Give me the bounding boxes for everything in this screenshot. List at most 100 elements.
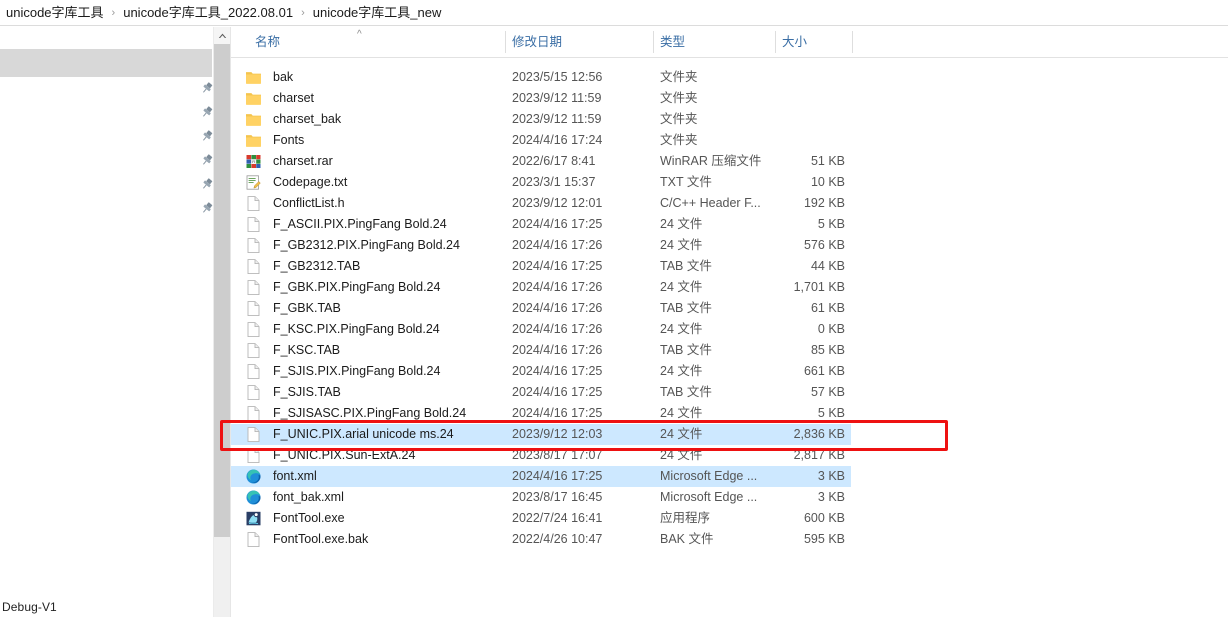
cell-size: 576 KB bbox=[803, 238, 845, 252]
column-header-type[interactable]: 类型 bbox=[660, 27, 685, 57]
pin-icon[interactable] bbox=[200, 177, 214, 191]
table-row[interactable]: F_KSC.TAB 2024/4/16 17:26 TAB 文件 85 KB bbox=[231, 340, 851, 361]
table-row[interactable]: font_bak.xml 2023/8/17 16:45 Microsoft Edg… bbox=[231, 487, 851, 508]
cell-size: 51 KB bbox=[810, 154, 845, 168]
column-header-name[interactable]: 名称 bbox=[255, 27, 280, 57]
column-divider[interactable] bbox=[653, 31, 654, 53]
cell-name: bak bbox=[273, 70, 294, 84]
cell-date: 2023/8/17 17:07 bbox=[512, 448, 603, 462]
cell-name: FontTool.exe.bak bbox=[273, 532, 369, 546]
column-header-row: 名称 ^ 修改日期 类型 大小 bbox=[231, 27, 1228, 58]
column-divider[interactable] bbox=[852, 31, 853, 53]
cell-date: 2024/4/16 17:25 bbox=[512, 364, 603, 378]
cell-type: 24 文件 bbox=[660, 322, 703, 336]
table-row[interactable]: FontTool.exe.bak 2022/4/26 10:47 BAK 文件 595… bbox=[231, 529, 851, 550]
column-header-date[interactable]: 修改日期 bbox=[512, 27, 562, 57]
file-icon bbox=[245, 195, 262, 212]
cell-date: 2024/4/16 17:24 bbox=[512, 133, 603, 147]
table-row[interactable]: F_GBK.TAB 2024/4/16 17:26 TAB 文件 61 KB bbox=[231, 298, 851, 319]
cell-date: 2023/5/15 12:56 bbox=[512, 70, 603, 84]
cell-date: 2024/4/16 17:26 bbox=[512, 322, 603, 336]
breadcrumb-item-1[interactable]: unicode字库工具_2022.08.01 bbox=[121, 0, 295, 26]
cell-name: charset.rar bbox=[273, 154, 333, 168]
table-row[interactable]: ConflictList.h 2023/9/12 12:01 C/C++ Heade… bbox=[231, 193, 851, 214]
cell-size: 661 KB bbox=[803, 364, 845, 378]
cell-name: F_UNIC.PIX.arial unicode ms.24 bbox=[273, 427, 454, 441]
table-row[interactable]: F_ASCII.PIX.PingFang Bold.24 2024/4/16 17… bbox=[231, 214, 851, 235]
pin-icon[interactable] bbox=[200, 105, 214, 119]
scrollbar-thumb[interactable] bbox=[214, 44, 230, 537]
table-row[interactable]: F_GB2312.PIX.PingFang Bold.24 2024/4/16 1… bbox=[231, 235, 851, 256]
file-icon bbox=[245, 384, 262, 401]
table-row[interactable]: F_GBK.PIX.PingFang Bold.24 2024/4/16 17:2… bbox=[231, 277, 851, 298]
breadcrumb[interactable]: unicode字库工具 › unicode字库工具_2022.08.01 › u… bbox=[0, 0, 1228, 26]
cell-name: F_GB2312.PIX.PingFang Bold.24 bbox=[273, 238, 460, 252]
cell-date: 2024/4/16 17:26 bbox=[512, 238, 603, 252]
edge-icon bbox=[245, 489, 262, 506]
file-icon bbox=[245, 216, 262, 233]
pin-icon[interactable] bbox=[200, 129, 214, 143]
table-row[interactable]: Codepage.txt 2023/3/1 15:37 TXT 文件 10 KB bbox=[231, 172, 851, 193]
cell-type: 文件夹 bbox=[660, 70, 698, 84]
cell-name: F_GBK.TAB bbox=[273, 301, 341, 315]
column-divider[interactable] bbox=[505, 31, 506, 53]
cell-name: ConflictList.h bbox=[273, 196, 345, 210]
table-row[interactable]: F_UNIC.PIX.arial unicode ms.24 2023/9/12 … bbox=[231, 424, 851, 445]
file-icon bbox=[245, 342, 262, 359]
table-row[interactable]: Fonts 2024/4/16 17:24 文件夹 bbox=[231, 130, 851, 151]
table-row[interactable]: F_UNIC.PIX.Sun-ExtA.24 2023/8/17 17:07 24 … bbox=[231, 445, 851, 466]
breadcrumb-separator-icon: › bbox=[301, 6, 305, 19]
table-row[interactable]: F_GB2312.TAB 2024/4/16 17:25 TAB 文件 44 KB bbox=[231, 256, 851, 277]
cell-type: 24 文件 bbox=[660, 427, 703, 441]
cell-size: 5 KB bbox=[817, 406, 845, 420]
table-row[interactable]: charset 2023/9/12 11:59 文件夹 bbox=[231, 88, 851, 109]
scroll-up-button[interactable] bbox=[214, 27, 230, 44]
cell-name: Codepage.txt bbox=[273, 175, 348, 189]
cell-type: 24 文件 bbox=[660, 280, 703, 294]
cell-type: 24 文件 bbox=[660, 364, 703, 378]
table-row[interactable]: bak 2023/5/15 12:56 文件夹 bbox=[231, 67, 851, 88]
cell-date: 2024/4/16 17:25 bbox=[512, 406, 603, 420]
table-row[interactable]: F_SJISASC.PIX.PingFang Bold.24 2024/4/16 … bbox=[231, 403, 851, 424]
cell-size: 85 KB bbox=[810, 343, 845, 357]
cell-size: 3 KB bbox=[817, 469, 845, 483]
file-list: bak 2023/5/15 12:56 文件夹 charset 2023/9/12 11… bbox=[231, 57, 1228, 617]
cell-name: F_GBK.PIX.PingFang Bold.24 bbox=[273, 280, 441, 294]
table-row[interactable]: FontTool.exe 2022/7/24 16:41 应用程序 600 KB bbox=[231, 508, 851, 529]
cell-date: 2024/4/16 17:25 bbox=[512, 385, 603, 399]
table-row[interactable]: font.xml 2024/4/16 17:25 Microsoft Edge ..… bbox=[231, 466, 851, 487]
breadcrumb-item-0[interactable]: unicode字库工具 bbox=[4, 0, 106, 26]
svg-text:R: R bbox=[252, 159, 255, 164]
nav-pane-scrollbar[interactable] bbox=[213, 27, 230, 617]
breadcrumb-item-2[interactable]: unicode字库工具_new bbox=[311, 0, 444, 26]
navigation-pane[interactable]: Debug-V1 bbox=[0, 27, 214, 617]
cell-type: 文件夹 bbox=[660, 91, 698, 105]
file-icon bbox=[245, 237, 262, 254]
column-divider[interactable] bbox=[775, 31, 776, 53]
file-list-pane: 名称 ^ 修改日期 类型 大小 bak 2023/5/15 12:56 文件夹 cha… bbox=[231, 27, 1228, 617]
pin-icon[interactable] bbox=[200, 81, 214, 95]
cell-date: 2024/4/16 17:25 bbox=[512, 217, 603, 231]
cell-type: 24 文件 bbox=[660, 217, 703, 231]
cell-name: F_KSC.TAB bbox=[273, 343, 341, 357]
folder-icon bbox=[245, 69, 262, 86]
column-header-size[interactable]: 大小 bbox=[782, 27, 807, 57]
cell-size: 192 KB bbox=[803, 196, 845, 210]
cell-date: 2023/9/12 11:59 bbox=[512, 91, 602, 105]
cell-size: 5 KB bbox=[817, 217, 845, 231]
cell-date: 2024/4/16 17:26 bbox=[512, 280, 603, 294]
exe-icon bbox=[245, 510, 262, 527]
table-row[interactable]: F_SJIS.PIX.PingFang Bold.24 2024/4/16 17:… bbox=[231, 361, 851, 382]
table-row[interactable]: F_SJIS.TAB 2024/4/16 17:25 TAB 文件 57 KB bbox=[231, 382, 851, 403]
file-icon bbox=[245, 321, 262, 338]
table-row[interactable]: Rcharset.rar 2022/6/17 8:41 WinRAR 压缩文件 51 … bbox=[231, 151, 851, 172]
folder-icon bbox=[245, 132, 262, 149]
cell-size: 595 KB bbox=[803, 532, 845, 546]
cell-size: 2,817 KB bbox=[793, 448, 845, 462]
file-icon bbox=[245, 447, 262, 464]
pin-icon[interactable] bbox=[200, 201, 214, 215]
cell-size bbox=[701, 130, 845, 151]
table-row[interactable]: charset_bak 2023/9/12 11:59 文件夹 bbox=[231, 109, 851, 130]
table-row[interactable]: F_KSC.PIX.PingFang Bold.24 2024/4/16 17:2… bbox=[231, 319, 851, 340]
pin-icon[interactable] bbox=[200, 153, 214, 167]
